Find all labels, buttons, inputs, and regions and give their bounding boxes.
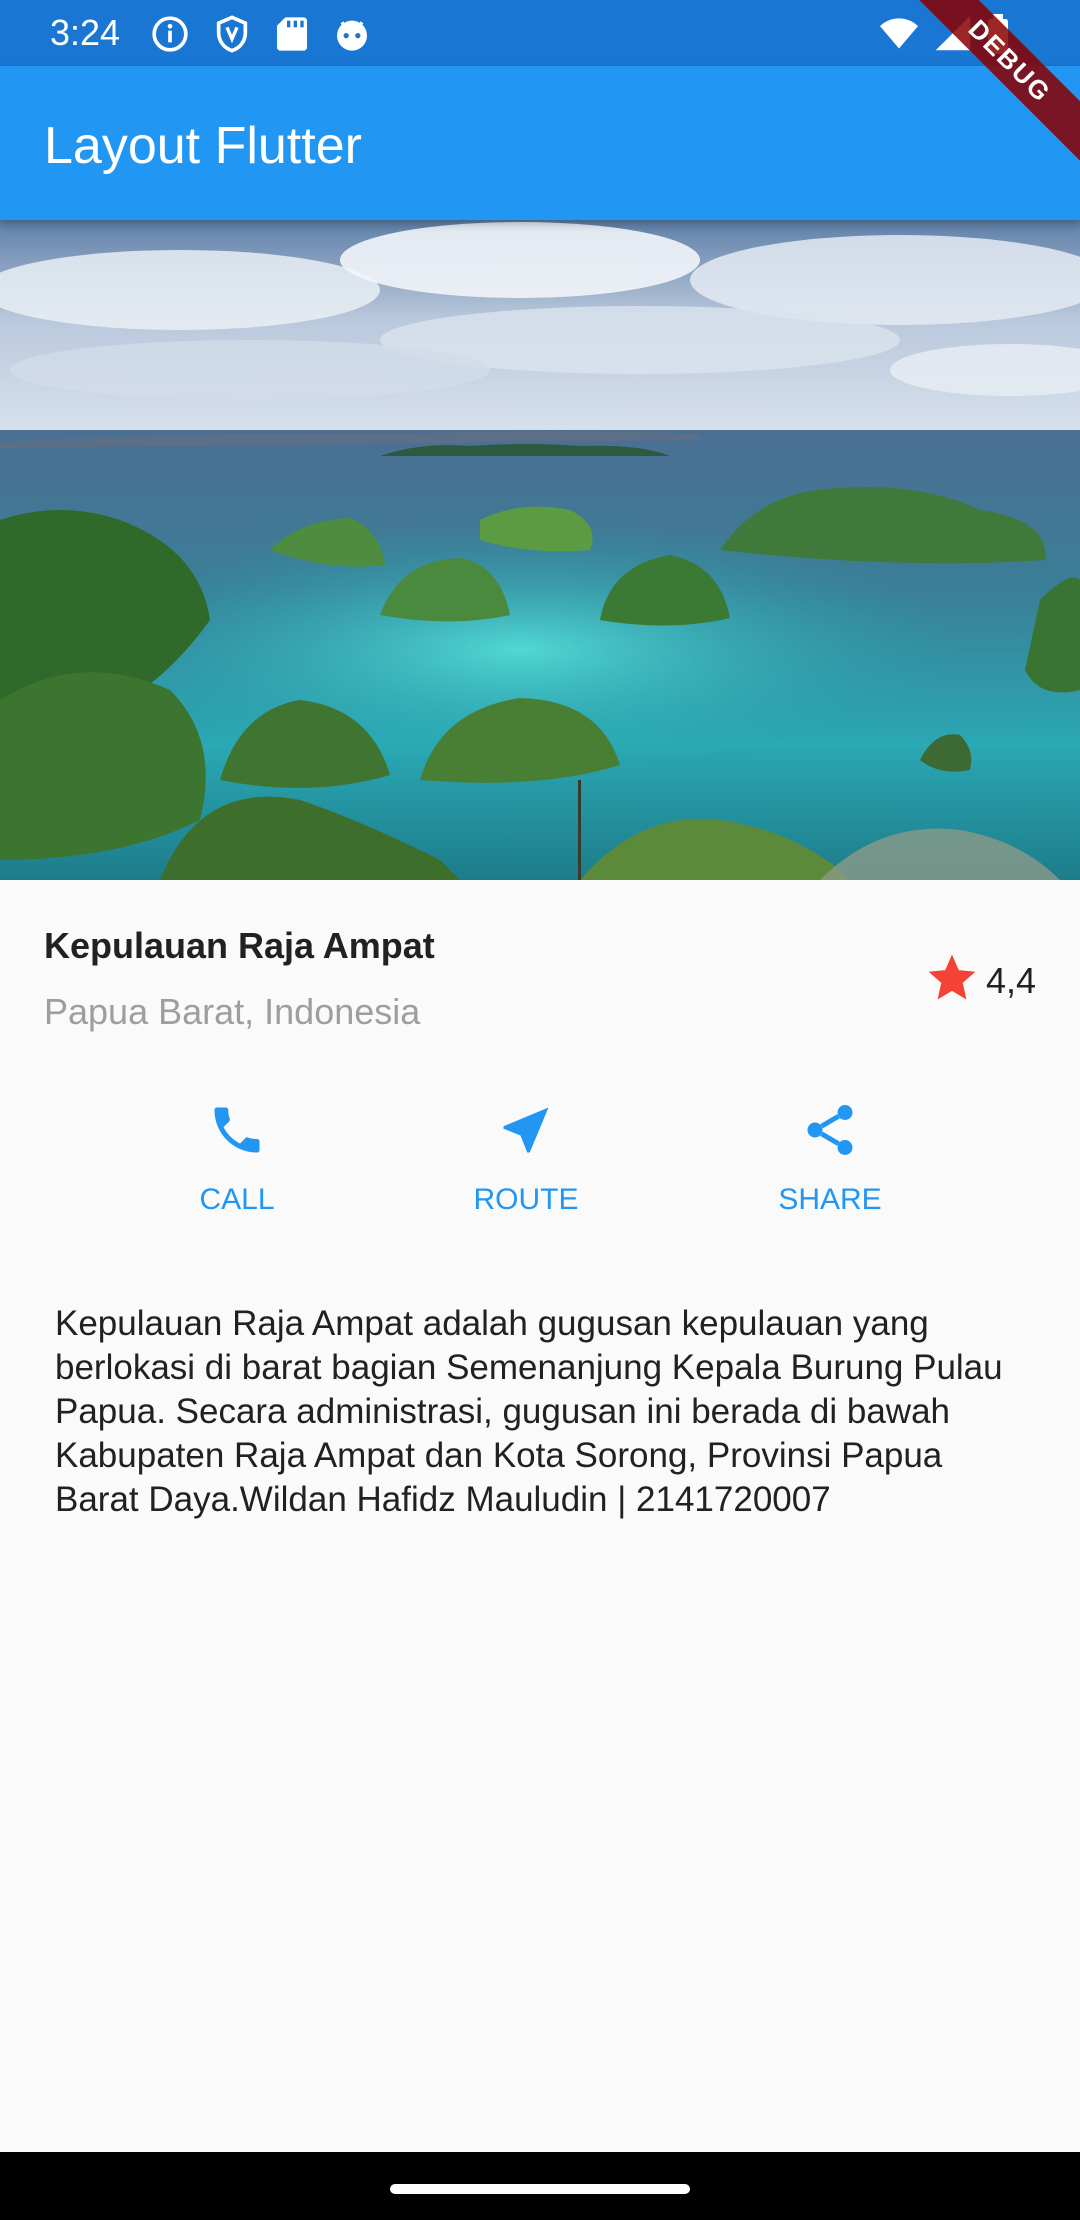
place-name: Kepulauan Raja Ampat: [44, 925, 435, 966]
share-label: SHARE: [778, 1183, 882, 1216]
star-icon: [924, 950, 980, 1011]
phone-icon: [207, 1100, 267, 1160]
status-icons-left: [150, 14, 372, 54]
button-section: CALL ROUTE SHARE: [0, 1100, 1080, 1230]
route-label: ROUTE: [473, 1183, 579, 1216]
share-button[interactable]: SHARE: [730, 1100, 930, 1218]
wifi-icon: [878, 14, 920, 54]
hero-image: [0, 220, 1080, 880]
call-button[interactable]: CALL: [137, 1100, 337, 1218]
route-button[interactable]: ROUTE: [426, 1100, 626, 1218]
title-section: Kepulauan Raja Ampat Papua Barat, Indone…: [44, 910, 1036, 1050]
shield-icon: [212, 14, 252, 54]
app-title: Layout Flutter: [44, 117, 362, 175]
app-bar: Layout Flutter: [0, 66, 1080, 220]
android-face-icon: [332, 14, 372, 54]
status-bar: 3:24: [0, 0, 1080, 66]
description-text: Kepulauan Raja Ampat adalah gugusan kepu…: [55, 1304, 1003, 1519]
rating-value: 4,4: [985, 959, 1036, 1001]
sd-card-icon: [274, 14, 310, 54]
call-label: CALL: [199, 1183, 275, 1216]
rating: 4,4: [924, 950, 1036, 1011]
status-time: 3:24: [50, 12, 121, 53]
share-icon: [800, 1100, 860, 1160]
home-gesture-handle[interactable]: [390, 2184, 690, 2194]
landscape-photo: [0, 220, 1080, 880]
system-nav-bar: [0, 2152, 1080, 2220]
info-icon: [150, 14, 190, 54]
place-location: Papua Barat, Indonesia: [44, 991, 421, 1032]
app-screen: 3:24 DEBUG Layout Flutter Kepulauan Raja…: [0, 0, 1080, 2220]
navigation-icon: [496, 1100, 556, 1160]
